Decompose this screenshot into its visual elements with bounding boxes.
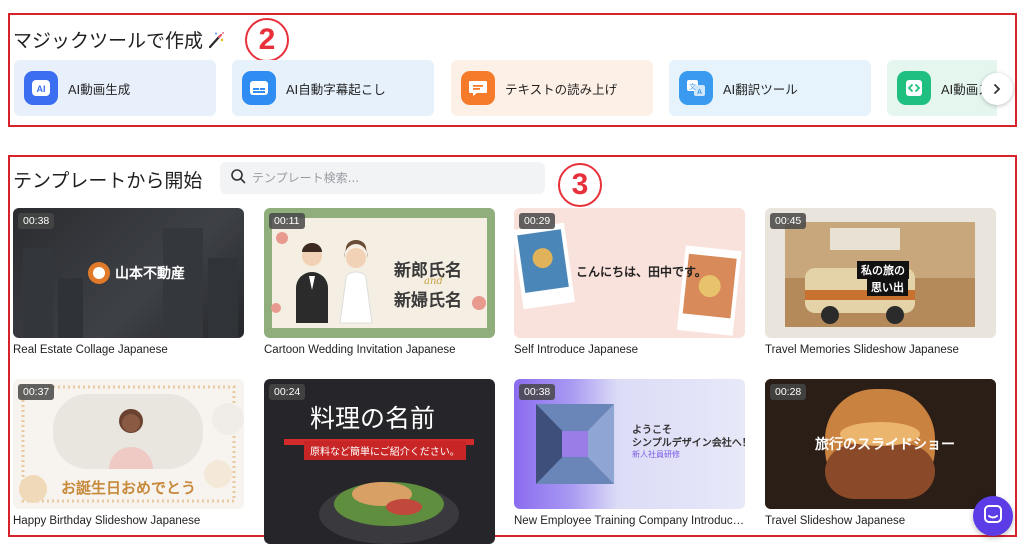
subtitle-icon [242, 71, 276, 105]
template-search[interactable] [220, 162, 545, 194]
template-overlay-text: お誕生日おめでとう [61, 479, 197, 497]
tool-label: AI動画生成 [68, 81, 131, 97]
duration-badge: 00:24 [269, 384, 306, 400]
chevron-right-icon [991, 80, 1003, 99]
svg-text:A: A [697, 89, 702, 96]
template-title: Happy Birthday Slideshow Japanese [13, 515, 201, 527]
template-title: Real Estate Collage Japanese [13, 344, 168, 356]
chat-support-button[interactable] [973, 496, 1013, 536]
tool-label: AI翻訳ツール [723, 81, 798, 97]
annotation-number-3: 3 [558, 163, 602, 207]
duration-badge: 00:37 [18, 384, 55, 400]
template-title: Cartoon Wedding Invitation Japanese [264, 344, 456, 356]
template-overlay-text: 新人社員研修 [632, 450, 680, 459]
template-overlay-text: シンプルデザイン会社へ！ [632, 438, 745, 449]
template-title: New Employee Training Company Introducti… [514, 515, 746, 527]
tool-card-ai-video[interactable]: AI AI動画生成 [14, 60, 216, 116]
templates-title: テンプレートから開始 [13, 170, 203, 192]
template-overlay-text: 料理の名前 [310, 404, 436, 433]
template-overlay-text: 私の旅の [857, 261, 909, 279]
search-icon [230, 168, 246, 188]
template-thumbnail-employee-training[interactable]: 00:38 ようこそ シンプルデザイン会社へ！ 新人社員研修 [514, 379, 745, 509]
ai-video-icon: AI [24, 71, 58, 105]
template-search-input[interactable] [252, 171, 522, 185]
tool-card-ai-translate[interactable]: 文A AI翻訳ツール [669, 60, 871, 116]
duration-badge: 00:38 [18, 213, 55, 229]
template-overlay-text: 新婦氏名 [394, 291, 462, 311]
duration-badge: 00:11 [269, 213, 305, 229]
template-thumbnail-wedding[interactable]: 00:11 新郎氏名 and 新婦氏名 [264, 208, 495, 338]
annotation-number-2: 2 [245, 18, 289, 62]
template-overlay-text: 旅行のスライドショー [815, 437, 955, 453]
template-title: Travel Memories Slideshow Japanese [765, 344, 959, 356]
magic-tools-title-text: マジックツールで作成 [13, 30, 204, 52]
magic-wand-icon [207, 31, 225, 54]
tool-card-ai-subtitles[interactable]: AI自動字幕起こし [232, 60, 434, 116]
template-thumbnail-self-introduce[interactable]: 00:29 こんにちは、田中です。 [514, 208, 745, 338]
translate-icon: 文A [679, 71, 713, 105]
template-thumbnail-birthday[interactable]: 00:37 お誕生日おめでとう [13, 379, 244, 509]
tool-card-text-to-speech[interactable]: テキストの読み上げ [451, 60, 653, 116]
template-thumbnail-real-estate[interactable]: 00:38 山本不動産 [13, 208, 244, 338]
template-title: Travel Slideshow Japanese [765, 515, 906, 527]
template-thumbnail-cooking[interactable]: 00:24 料理の名前 原料など簡単にご紹介ください。 [264, 379, 495, 544]
template-overlay-text: 原料など簡単にご紹介ください。 [304, 441, 466, 460]
duration-badge: 00:38 [519, 384, 556, 400]
speech-icon [461, 71, 495, 105]
tool-label: テキストの読み上げ [505, 81, 618, 97]
duration-badge: 00:29 [519, 213, 556, 229]
duration-badge: 00:45 [770, 213, 807, 229]
template-thumbnail-travel-memories[interactable]: 00:45 私の旅の 思い出 [765, 208, 996, 338]
magic-tools-title: マジックツールで作成 [13, 26, 225, 54]
template-overlay-text: こんにちは、田中です。 [576, 265, 707, 279]
template-overlay-text: 思い出 [867, 278, 908, 296]
template-thumbnail-travel-slideshow[interactable]: 00:28 旅行のスライドショー [765, 379, 996, 509]
svg-text:AI: AI [37, 84, 46, 94]
template-overlay-text: 山本不動産 [115, 266, 185, 282]
svg-text:文: 文 [689, 82, 696, 91]
code-icon [897, 71, 931, 105]
template-title: Self Introduce Japanese [514, 344, 639, 356]
carousel-next-button[interactable] [981, 73, 1013, 105]
chat-icon [983, 504, 1003, 528]
duration-badge: 00:28 [770, 384, 807, 400]
tool-label: AI自動字幕起こし [286, 81, 386, 97]
